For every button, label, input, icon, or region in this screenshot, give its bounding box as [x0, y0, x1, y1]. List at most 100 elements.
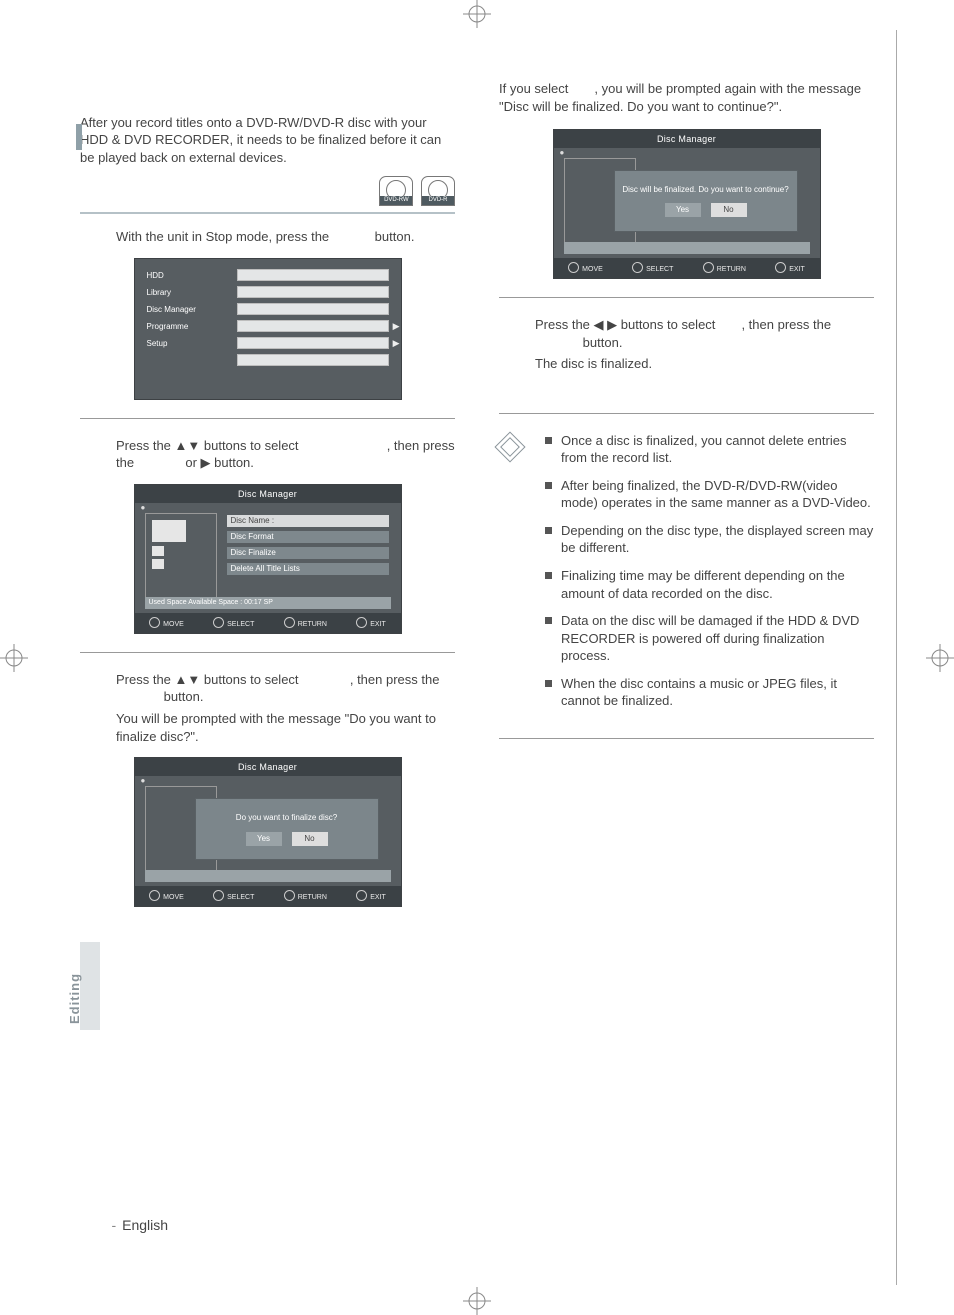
osd-manager-list: Disc Name : Disc Format Disc Finalize De…	[227, 515, 389, 579]
osd-list-item: Disc Finalize	[227, 547, 389, 559]
osd-no-button: No	[711, 203, 747, 217]
step-number: 2	[80, 435, 93, 467]
divider	[499, 297, 874, 298]
page-number: 118	[80, 1215, 107, 1234]
divider	[80, 418, 455, 419]
step-4-result: The disc is finalized.	[499, 355, 874, 373]
step-4-text-pre: Press the ◀ ▶ buttons to select	[535, 317, 719, 332]
crop-mark-right	[926, 644, 954, 672]
side-tab-label: Editing	[67, 973, 82, 1024]
note-item: Data on the disc will be damaged if the …	[545, 612, 874, 665]
note-item: Once a disc is finalized, you cannot del…	[545, 432, 874, 467]
footer-language: English	[122, 1217, 168, 1233]
step-2-text-post: or ▶ button.	[182, 455, 254, 470]
osd-no-button: No	[292, 832, 328, 846]
note-item: Finalizing time may be different dependi…	[545, 567, 874, 602]
title-accent-bar	[76, 124, 82, 150]
step-3-prompt: You will be prompted with the message "D…	[80, 710, 455, 745]
osd-menu-item: Disc Manager	[147, 303, 227, 317]
osd-menu-sidebar: HDD Library Disc Manager Programme Setup	[147, 269, 227, 393]
step-number: 3	[80, 669, 93, 701]
osd-dialog-box: Disc will be finalized. Do you want to c…	[614, 170, 798, 232]
osd-menu-item: HDD	[147, 269, 227, 283]
osd-main-menu: HDD Library Disc Manager Programme Setup	[134, 258, 402, 400]
right-column: If you select Yes, you will be prompted …	[499, 80, 874, 907]
step-2-text-pre: Press the ▲▼ buttons to select	[116, 438, 302, 453]
osd-footer-hint: SELECT	[213, 617, 254, 629]
disc-manager-ref: Disc Manager	[302, 438, 387, 453]
osd-preview-panel	[145, 513, 217, 601]
osd-footer-hint: SELECT	[213, 890, 254, 902]
page-footer: 118-English	[80, 1215, 168, 1235]
osd-list-item: Delete All Title Lists	[227, 563, 389, 575]
osd-menu-slots	[237, 269, 389, 393]
osd-dialog-box: Do you want to finalize disc? Yes No	[195, 798, 379, 860]
yes-ref: Yes	[719, 317, 741, 332]
trim-line-right	[896, 30, 897, 1285]
step-3-text-pre: Press the ▲▼ buttons to select	[116, 672, 302, 687]
osd-dialog-message: Do you want to finalize disc?	[236, 813, 337, 824]
step-number: 4	[499, 314, 512, 346]
osd-footer-hint: EXIT	[356, 617, 386, 629]
osd-footer-hint: EXIT	[356, 890, 386, 902]
step-4-text-post: button.	[579, 335, 622, 350]
osd-menu-item: Library	[147, 286, 227, 300]
osd-titlebar: Disc Manager	[135, 758, 401, 776]
note-item: After being finalized, the DVD-R/DVD-RW(…	[545, 477, 874, 512]
note-label: NOTE	[499, 460, 533, 474]
note-item: When the disc contains a music or JPEG f…	[545, 675, 874, 710]
menu-button-ref: MENU	[333, 229, 371, 244]
osd-footer-hint: MOVE	[568, 262, 603, 274]
osd-finalize-dialog-1: Disc Manager ● Do you want to finalize d…	[134, 757, 402, 907]
step-4-text-mid: , then press the	[741, 317, 831, 332]
osd-footer-hint: EXIT	[775, 262, 805, 274]
osd-finalize-dialog-2: Disc Manager ● Disc will be finalized. D…	[553, 129, 821, 279]
osd-used-space: Used Space Available Space : 00:17 SP	[145, 597, 391, 609]
step-2: 2 Press the ▲▼ buttons to select Disc Ma…	[80, 437, 455, 472]
osd-used-space	[145, 870, 391, 882]
note-item: Depending on the disc type, the displaye…	[545, 522, 874, 557]
step-4: 4 Press the ◀ ▶ buttons to select Yes, t…	[499, 316, 874, 351]
note-icon	[494, 431, 525, 462]
step-1: 1 With the unit in Stop mode, press the …	[80, 228, 455, 246]
osd-footer-hint: MOVE	[149, 617, 184, 629]
yes-ref: Yes	[572, 81, 594, 96]
enter-button-ref: ENTER	[535, 335, 579, 350]
osd-yes-button: Yes	[246, 832, 282, 846]
step-3-continuation: If you select Yes, you will be prompted …	[499, 80, 874, 115]
osd-disc-manager: Disc Manager ● Disc Name : Disc Format D…	[134, 484, 402, 634]
side-tab-editing: Editing	[80, 942, 100, 1030]
step-1-text-pre: With the unit in Stop mode, press the	[116, 229, 333, 244]
section-title: Finalizing a disc	[80, 80, 455, 106]
osd-list-item: Disc Format	[227, 531, 389, 543]
step-3-text-mid: , then press the	[350, 672, 440, 687]
osd-used-space	[564, 242, 810, 254]
osd-list-item: Disc Name :	[227, 515, 389, 527]
divider	[80, 212, 455, 214]
disc-icon-dvd-rw	[379, 176, 413, 206]
osd-footer-hint: RETURN	[284, 617, 327, 629]
osd-menu-item: Setup	[147, 337, 227, 351]
step-3: 3 Press the ▲▼ buttons to select Finaliz…	[80, 671, 455, 706]
step-1-text-post: button.	[371, 229, 414, 244]
disc-icon-dvd-r	[421, 176, 455, 206]
crop-mark-bottom	[463, 1287, 491, 1315]
step-3-prompt-text: You will be prompted with the message "D…	[116, 710, 455, 745]
osd-footer-hint: RETURN	[703, 262, 746, 274]
enter-button-ref: ENTER	[138, 455, 182, 470]
step-number: 1	[80, 226, 93, 258]
disc-type-icons	[80, 176, 455, 206]
osd-dialog-message: Disc will be finalized. Do you want to c…	[616, 185, 794, 196]
step-3-text-post: button.	[160, 689, 203, 704]
osd-titlebar: Disc Manager	[554, 130, 820, 148]
divider	[80, 652, 455, 653]
crop-mark-left	[0, 644, 28, 672]
enter-button-ref: ENTER	[116, 689, 160, 704]
crop-mark-top	[463, 0, 491, 28]
step-4-result-text: The disc is finalized.	[535, 355, 874, 373]
osd-yes-button: Yes	[665, 203, 701, 217]
divider	[499, 738, 874, 739]
left-column: Finalizing a disc After you record title…	[80, 80, 455, 907]
divider	[499, 413, 874, 414]
osd-footer-hint: MOVE	[149, 890, 184, 902]
